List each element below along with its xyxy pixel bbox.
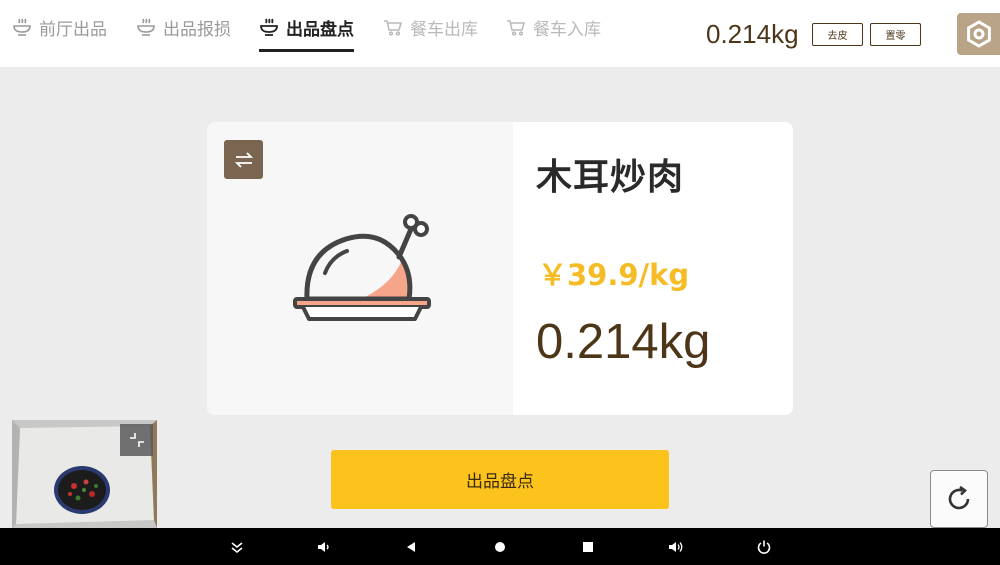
- chevron-double-down-icon: [231, 542, 243, 554]
- cart-icon: [507, 20, 525, 36]
- back-triangle-icon: [407, 542, 415, 552]
- tab-label: 餐车入库: [533, 19, 601, 40]
- zero-button[interactable]: 置零: [870, 23, 921, 46]
- tab-label: 餐车出库: [410, 19, 478, 40]
- output-inventory-button[interactable]: 出品盘点: [331, 450, 669, 509]
- scale-weight-readout: 0.214kg: [706, 19, 799, 49]
- product-image-panel: [207, 122, 513, 415]
- collapse-preview-button[interactable]: [120, 424, 153, 456]
- nav-hide-button[interactable]: [226, 536, 248, 558]
- product-weight: 0.214kg: [536, 315, 711, 369]
- tab-label: 出品盘点: [286, 19, 354, 40]
- nav-recents-button[interactable]: [577, 536, 599, 558]
- recents-square-icon: [583, 542, 593, 552]
- swap-product-button[interactable]: [224, 140, 263, 179]
- bowl-icon: [13, 18, 31, 36]
- bowl-icon: [137, 18, 155, 36]
- tab-cart-inbound[interactable]: 餐车入库: [506, 0, 601, 54]
- nav-back-button[interactable]: [400, 536, 422, 558]
- product-price: ￥39.9/kg: [538, 258, 690, 292]
- swap-arrows-icon: [234, 151, 253, 168]
- roast-chicken-icon: [293, 214, 431, 321]
- tab-front-hall-output[interactable]: 前厅出品: [12, 0, 107, 54]
- bowl-icon: [260, 18, 278, 36]
- top-bar: 前厅出品 出品报损 出品盘点 餐车出库 餐车入库 0.214kg 去皮 置零: [0, 0, 1000, 67]
- tab-cart-outbound[interactable]: 餐车出库: [383, 0, 478, 54]
- tab-label: 出品报损: [163, 19, 231, 40]
- product-name: 木耳炒肉: [536, 157, 685, 198]
- nav-volume-up-button[interactable]: [665, 536, 687, 558]
- tare-button[interactable]: 去皮: [812, 23, 863, 46]
- volume-down-icon: [318, 542, 329, 552]
- nav-power-button[interactable]: [753, 536, 775, 558]
- product-card: 木耳炒肉 ￥39.9/kg 0.214kg: [207, 122, 793, 415]
- power-icon: [757, 540, 771, 554]
- settings-button[interactable]: [957, 13, 1000, 55]
- system-navigation-bar: [0, 528, 1000, 565]
- cart-icon: [384, 20, 402, 36]
- volume-up-icon: [669, 542, 683, 552]
- tab-label: 前厅出品: [39, 19, 107, 40]
- camera-preview: [12, 420, 157, 528]
- tab-output-inventory[interactable]: 出品盘点: [259, 0, 354, 54]
- refresh-button[interactable]: [930, 470, 988, 528]
- refresh-icon: [948, 485, 970, 510]
- home-circle-icon: [495, 542, 505, 552]
- nav-home-button[interactable]: [489, 536, 511, 558]
- tab-output-loss[interactable]: 出品报损: [136, 0, 231, 54]
- nav-volume-down-button[interactable]: [313, 536, 335, 558]
- settings-hex-icon: [966, 20, 991, 48]
- collapse-icon: [129, 433, 144, 447]
